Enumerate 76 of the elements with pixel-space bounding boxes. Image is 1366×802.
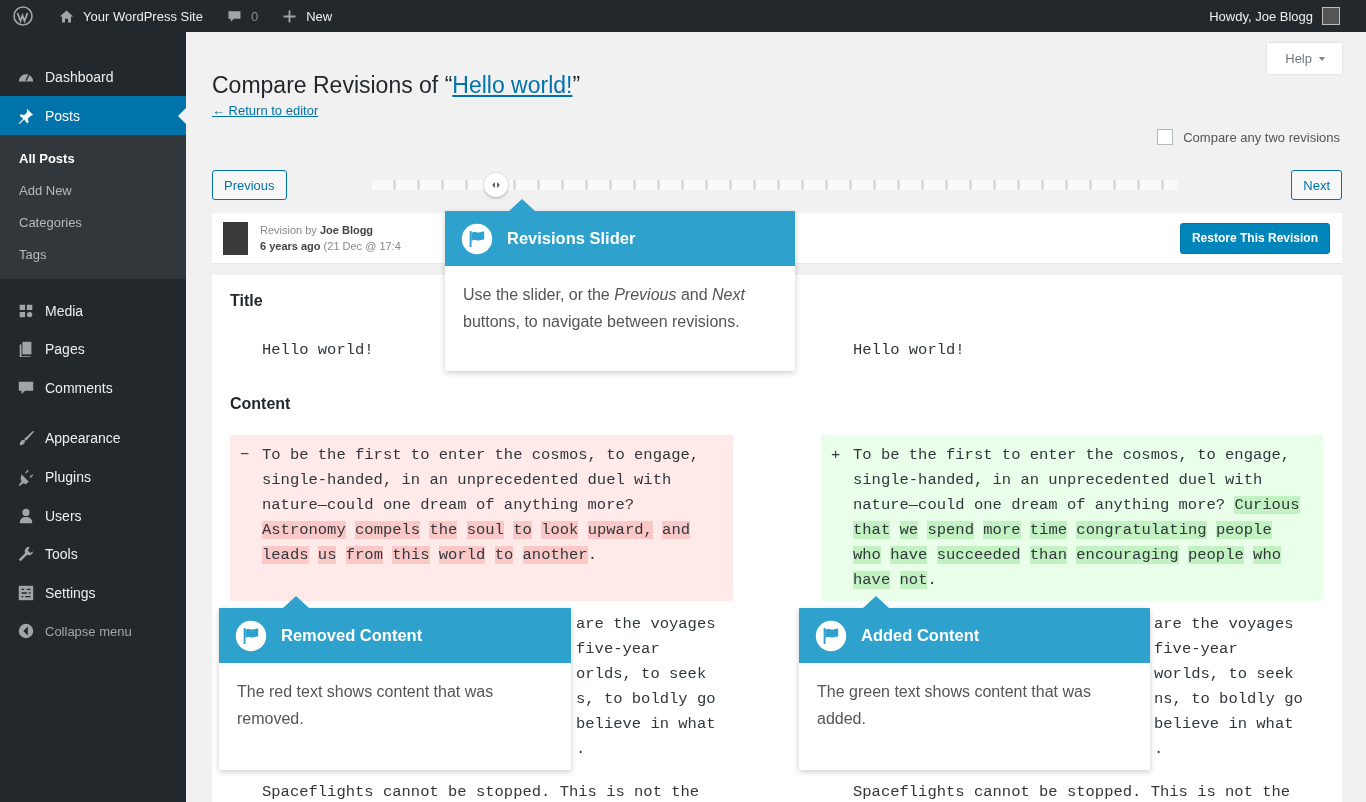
diff-text: worlds, to seek [1154,664,1295,685]
slider-handle[interactable] [484,173,509,197]
revision-author: Revision by Joe Blogg [260,223,375,238]
previous-button[interactable]: Previous [212,170,287,200]
flag-icon [235,619,267,652]
help-tab[interactable]: Help [1267,43,1342,74]
diff-text: s, to boldly go [576,689,717,710]
diff-text: Hello world! [261,340,375,361]
new-link[interactable]: New [270,0,345,32]
post-title-link[interactable]: Hello world! [452,72,573,98]
account-link[interactable]: Howdy, Joe Blogg [1197,0,1352,32]
checkbox-label: Compare any two revisions [1183,129,1340,145]
menu-item[interactable]: Comments [0,368,186,408]
field-label: Content [230,394,291,414]
tooltip-text: Use the slider, or the Previous and Next buttons, to navigate between revisions. [462,285,747,332]
menu-item[interactable]: Dashboard [0,57,186,97]
plug-icon [17,467,35,486]
submenu-item[interactable]: Categories [0,206,186,239]
next-button[interactable]: Next [1291,170,1342,200]
paintbrush-icon [17,429,35,448]
diff-marker: − [240,445,251,466]
revision-date: 6 years ago (21 Dec @ 17:4 [260,239,401,254]
menu-item[interactable]: Appearance [0,419,186,458]
wordpress-logo-icon [13,6,33,26]
menu-item[interactable]: Pages [0,329,186,369]
submenu-item[interactable]: Add New [0,174,186,207]
tooltip-title: Revisions Slider [507,229,636,248]
tooltip-text: The red text shows content that was removed. [236,682,495,729]
flag-icon [815,619,847,652]
menu-item[interactable]: Media [0,291,186,330]
site-name-link[interactable]: Your WordPress Site [47,0,215,32]
collapse-menu-button[interactable]: Collapse menu [0,612,186,651]
page-title: Compare Revisions of “Hello world!” [212,71,581,100]
diff-text: To be the first to enter the cosmos, to engage, single-handed, in an unprecedented duel with nature—could one dream of anything more? Curious that we spend more time congratulating people who have succeeded than encouraging people who have not. [853,445,1301,591]
submenu-item[interactable]: All Posts [0,142,186,175]
diff-text: orlds, to seek [576,664,708,685]
users-icon [17,506,35,525]
diff-text: are the voyages [576,614,717,635]
diff-marker: + [831,445,842,466]
plus-icon [282,8,298,24]
diff-text: Spaceflights cannot be stopped. This is not the [852,782,1292,802]
avatar-placeholder [1322,7,1340,25]
menu-item[interactable]: Settings [0,573,186,612]
pushpin-icon [17,106,35,125]
menu-item[interactable]: Tools [0,534,186,574]
diff-text: believe in what [576,714,717,735]
compare-checkbox[interactable] [1157,129,1174,145]
restore-revision-button[interactable]: Restore This Revision [1179,222,1330,254]
diff-text: . [576,739,587,760]
menu-item[interactable]: Plugins [0,457,186,497]
speech-bubble-icon [226,8,242,24]
diff-text: Hello world! [852,340,966,361]
caret-down-icon [1318,54,1326,63]
flag-icon [461,222,493,255]
diff-text: five-year [1154,639,1239,660]
tooltip-title: Removed Content [281,626,423,645]
menu-item[interactable]: Users [0,496,186,535]
diff-text: ns, to boldly go [1154,689,1304,710]
home-icon [59,8,74,24]
diff-text: Spaceflights cannot be stopped. This is not the [261,782,701,802]
diff-text: believe in what [1154,714,1295,735]
comments-link[interactable]: 0 [214,0,271,32]
diff-text: are the voyages [1154,614,1295,635]
left-right-arrows-icon [491,180,502,190]
tooltip-text: The green text shows content that was added. [816,682,1092,729]
field-label: Title [230,291,263,311]
wrench-icon [17,545,35,564]
diff-text: . [1154,739,1165,760]
submenu-item[interactable]: Tags [0,238,186,271]
diff-text: five-year [576,639,661,660]
settings-icon [17,583,35,602]
tooltip-title: Added Content [861,626,980,645]
return-to-editor-link[interactable]: ← Return to editor [212,103,319,118]
diff-text: To be the first to enter the cosmos, to engage, single-handed, in an unprecedented duel with nature—could one dream of anything more? Astronomy compels the soul to look upward, and leads us from this world to another. [262,445,701,566]
menu-item[interactable]: Posts [0,96,186,135]
author-photo-placeholder [223,221,248,255]
